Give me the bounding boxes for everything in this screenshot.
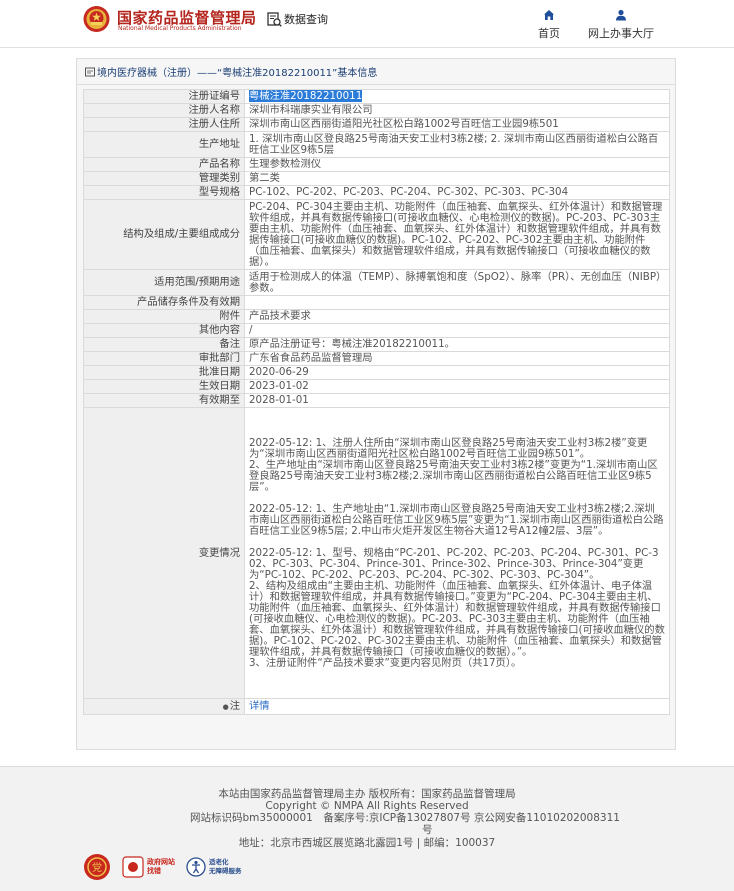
info-row-value: 2020-06-29 — [244, 365, 670, 380]
data-query-icon — [267, 11, 282, 27]
change-entry: 2022-05-12: 1、注册人住所由“深圳市南山区登良路25号南油天安工业村… — [249, 436, 658, 493]
data-query-link[interactable]: 数据查询 — [267, 11, 328, 27]
info-row: 产品名称 生理参数检测仪 — [83, 157, 670, 172]
info-row-value: 2028-01-01 — [244, 393, 670, 408]
gov-site-error-bottom: 找错 — [147, 867, 161, 875]
footer-icp[interactable]: 网站标识码bm35000001 备案序号:京ICP备13027807号 京公网安… — [190, 812, 690, 824]
info-row-value: PC-102、PC-202、PC-203、PC-204、PC-302、PC-30… — [244, 185, 670, 200]
info-row-value: 1. 深圳市南山区登良路25号南油天安工业村3栋2楼; 2. 深圳市南山区西丽街… — [244, 131, 670, 158]
info-row-value: 适用于检测成人的体温（TEMP）、脉搏氧饱和度（SpO2）、脉率（PR）、无创血… — [244, 269, 670, 296]
info-row: 批准日期 2020-06-29 — [83, 365, 670, 380]
info-row-key: 审批部门 — [83, 351, 245, 366]
info-row-key: 生产地址 — [83, 131, 245, 158]
info-row-value: 深圳市南山区西丽街道阳光社区松白路1002号百旺信工业园9栋501 — [244, 117, 670, 132]
info-row: 注册证编号 粤械注准20182210011 — [83, 89, 670, 104]
info-row-value: 产品技术要求 — [244, 309, 670, 324]
user-icon — [616, 9, 626, 21]
note-key: ●注 — [83, 698, 245, 715]
info-row-key: 附件 — [83, 309, 245, 324]
change-history-value: 2022-05-12: 1、注册人住所由“深圳市南山区登良路25号南油天安工业村… — [244, 407, 670, 699]
info-row: 生产地址 1. 深圳市南山区登良路25号南油天安工业村3栋2楼; 2. 深圳市南山… — [83, 131, 670, 158]
info-row-value: 原产品注册证号：粤械注准20182210011。 — [244, 337, 670, 352]
gov-site-error-top: 政府网站 — [147, 858, 175, 866]
accessibility-top: 适老化 — [209, 858, 229, 866]
info-row-value: 粤械注准20182210011 — [244, 89, 670, 104]
site-footer: 本站由国家药品监督管理局主办 版权所有：国家药品监督管理局 Copyright … — [0, 766, 734, 891]
info-row-key: 产品储存条件及有效期 — [83, 295, 245, 310]
location-icon — [85, 67, 95, 76]
footer-icp-suffix: 号 — [422, 824, 433, 836]
info-row-key: 备注 — [83, 337, 245, 352]
info-row: 管理类别 第二类 — [83, 171, 670, 186]
detail-panel: 境内医疗器械（注册）——“粤械注准20182210011”基本信息 注册证编号粤… — [76, 58, 676, 750]
note-key-label: 注 — [229, 699, 240, 712]
change-history-row: 变更情况 2022-05-12: 1、注册人住所由“深圳市南山区登良路25号南油天… — [83, 407, 670, 699]
site-logo-subtitle: National Medical Products Administration — [118, 25, 242, 32]
info-row-key: 管理类别 — [83, 171, 245, 186]
info-row-key: 注册人住所 — [83, 117, 245, 132]
info-row: 注册人住所 深圳市南山区西丽街道阳光社区松白路1002号百旺信工业园9栋501 — [83, 117, 670, 132]
info-row: 其他内容 / — [83, 323, 670, 338]
note-row: ●注 详情 — [83, 698, 670, 715]
info-row-key: 生效日期 — [83, 379, 245, 394]
info-row-key: 型号规格 — [83, 185, 245, 200]
home-icon — [544, 10, 554, 20]
info-row-value: PC-204、PC-304主要由主机、功能附件（血压袖套、血氧探头、红外体温计）… — [244, 199, 670, 270]
info-row-key: 产品名称 — [83, 157, 245, 172]
data-query-label: 数据查询 — [284, 13, 328, 26]
info-row: 生效日期 2023-01-02 — [83, 379, 670, 394]
note-pin-icon: ● — [222, 702, 229, 711]
info-row-value: 第二类 — [244, 171, 670, 186]
change-history-key: 变更情况 — [83, 407, 245, 699]
change-entry: 2022-05-12: 1、生产地址由“1.深圳市南山区登良路25号南油天安工业… — [249, 502, 664, 537]
info-row-value: 生理参数检测仪 — [244, 157, 670, 172]
registration-number-selected[interactable]: 粤械注准20182210011 — [249, 90, 363, 102]
footer-address: 地址：北京市西城区展览路北露园1号 | 邮编：100037 — [238, 837, 496, 849]
info-row: 审批部门 广东省食品药品监督管理局 — [83, 351, 670, 366]
info-row: 有效期至 2028-01-01 — [83, 393, 670, 408]
gov-site-error-icon — [122, 856, 144, 878]
note-value: 详情 — [244, 698, 670, 715]
accessibility-bottom: 无障碍服务 — [209, 867, 242, 875]
svg-text:党: 党 — [92, 861, 102, 874]
nav-home-button[interactable]: 首页 — [528, 9, 570, 41]
info-row-value: 2023-01-02 — [244, 379, 670, 394]
details-link[interactable]: 详情 — [249, 700, 270, 712]
nav-online-service-label: 网上办事大厅 — [588, 27, 654, 40]
national-emblem-icon — [83, 6, 110, 32]
nav-online-service-button[interactable]: 网上办事大厅 — [578, 9, 664, 41]
info-row-key: 适用范围/预期用途 — [83, 269, 245, 296]
info-table: 注册证编号 粤械注准20182210011 注册人名称 深圳市科瑞康实业有限公司 注册人… — [83, 89, 670, 715]
nav-home-label: 首页 — [538, 27, 560, 40]
footer-copyright: Copyright © NMPA All Rights Reserved — [265, 800, 469, 812]
gov-site-error-badge[interactable]: 政府网站 找错 — [122, 853, 178, 881]
panel-header: 境内医疗器械（注册）——“粤械注准20182210011”基本信息 — [77, 59, 675, 85]
info-row: 产品储存条件及有效期 — [83, 295, 670, 310]
info-row-key: 有效期至 — [83, 393, 245, 408]
info-row: 备注 原产品注册证号：粤械注准20182210011。 — [83, 337, 670, 352]
info-row-key: 结构及组成/主要组成成分 — [83, 199, 245, 270]
info-row: 适用范围/预期用途 适用于检测成人的体温（TEMP）、脉搏氧饱和度（SpO2）、脉… — [83, 269, 670, 296]
info-row-value: 深圳市科瑞康实业有限公司 — [244, 103, 670, 118]
info-row: 注册人名称 深圳市科瑞康实业有限公司 — [83, 103, 670, 118]
accessibility-icon — [186, 857, 206, 877]
footer-sponsor: 本站由国家药品监督管理局主办 版权所有：国家药品监督管理局 — [218, 788, 516, 800]
info-row: 结构及组成/主要组成成分 PC-204、PC-304主要由主机、功能附件（血压袖套… — [83, 199, 670, 270]
info-row: 附件 产品技术要求 — [83, 309, 670, 324]
info-row-key: 注册人名称 — [83, 103, 245, 118]
site-header: 国家药品监督管理局 National Medical Products Admi… — [0, 0, 734, 48]
party-gov-badge-icon[interactable]: 党 — [82, 853, 112, 881]
accessibility-badge[interactable]: 适老化 无障碍服务 — [186, 853, 246, 881]
info-row-value — [244, 295, 670, 310]
info-row-value: / — [244, 323, 670, 338]
info-row-key: 批准日期 — [83, 365, 245, 380]
info-row-value: 广东省食品药品监督管理局 — [244, 351, 670, 366]
change-entry: 2022-05-12: 1、型号、规格由“PC-201、PC-202、PC-20… — [249, 546, 665, 669]
info-row-key: 注册证编号 — [83, 89, 245, 104]
info-row: 型号规格 PC-102、PC-202、PC-203、PC-204、PC-302、P… — [83, 185, 670, 200]
panel-title: 境内医疗器械（注册）——“粤械注准20182210011”基本信息 — [97, 68, 378, 79]
info-row-key: 其他内容 — [83, 323, 245, 338]
